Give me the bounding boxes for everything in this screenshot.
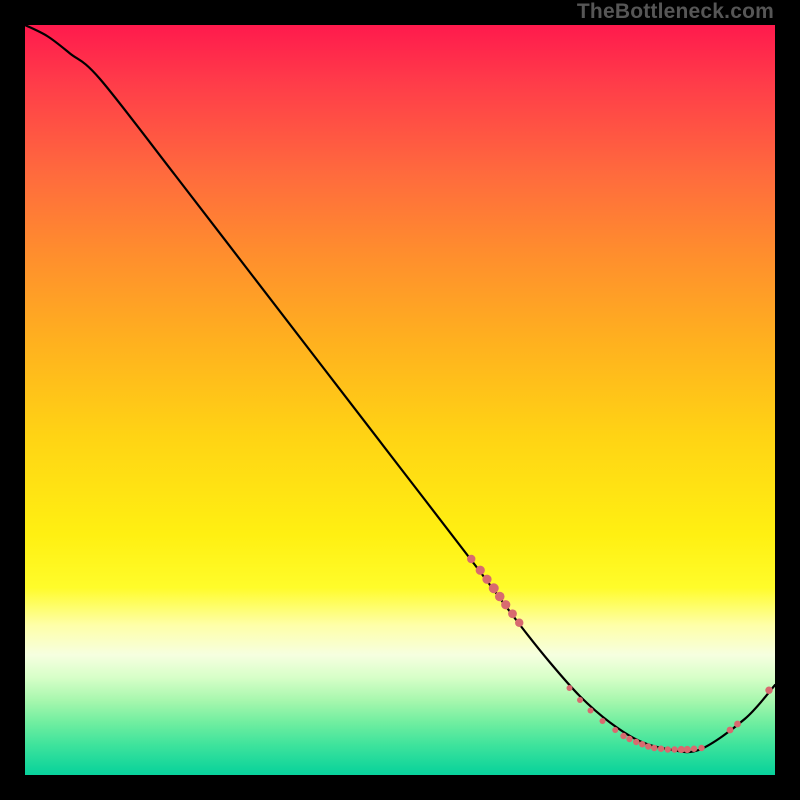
scatter-point bbox=[501, 600, 510, 609]
scatter-point bbox=[508, 609, 517, 618]
watermark-text: TheBottleneck.com bbox=[577, 0, 774, 24]
scatter-point bbox=[665, 746, 671, 752]
scatter-points bbox=[467, 555, 773, 753]
scatter-point bbox=[658, 746, 664, 752]
scatter-point bbox=[691, 746, 697, 752]
scatter-point bbox=[515, 619, 523, 627]
scatter-point bbox=[495, 592, 505, 602]
scatter-point bbox=[671, 746, 677, 752]
scatter-point bbox=[476, 566, 485, 575]
scatter-point bbox=[698, 745, 704, 751]
scatter-point bbox=[651, 745, 657, 751]
scatter-point bbox=[765, 687, 772, 694]
scatter-point bbox=[612, 727, 618, 733]
scatter-point bbox=[600, 718, 606, 724]
curve-line bbox=[25, 25, 775, 752]
scatter-point bbox=[467, 555, 475, 563]
scatter-point bbox=[626, 736, 632, 742]
scatter-point bbox=[727, 727, 734, 734]
plot-area bbox=[25, 25, 775, 775]
chart-svg bbox=[25, 25, 775, 775]
scatter-point bbox=[588, 708, 594, 714]
scatter-point bbox=[482, 575, 491, 584]
scatter-point bbox=[734, 721, 741, 728]
scatter-point bbox=[639, 741, 645, 747]
scatter-point bbox=[620, 733, 626, 739]
scatter-point bbox=[567, 685, 573, 691]
scatter-point bbox=[684, 746, 691, 753]
scatter-point bbox=[633, 739, 639, 745]
scatter-point bbox=[577, 697, 583, 703]
chart-stage: TheBottleneck.com bbox=[0, 0, 800, 800]
scatter-point bbox=[645, 743, 651, 749]
scatter-point bbox=[489, 583, 499, 593]
